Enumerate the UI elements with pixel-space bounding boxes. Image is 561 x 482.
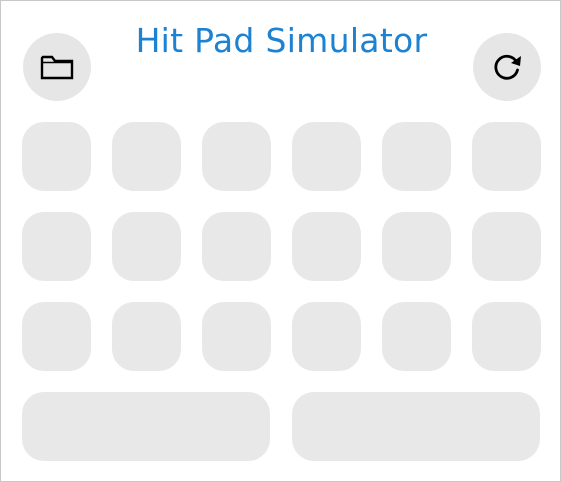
pad-r1-c4[interactable] [292, 122, 361, 191]
app-window: Hit Pad Simulator [0, 0, 561, 482]
pad-r3-c5[interactable] [382, 302, 451, 371]
pad-r1-c2[interactable] [112, 122, 181, 191]
pad-r1-c5[interactable] [382, 122, 451, 191]
refresh-icon [490, 50, 524, 84]
pad-r3-c1[interactable] [22, 302, 91, 371]
pad-r1-c3[interactable] [202, 122, 271, 191]
pad-r1-c1[interactable] [22, 122, 91, 191]
pad-r2-c5[interactable] [382, 212, 451, 281]
pad-r3-c4[interactable] [292, 302, 361, 371]
pad-r2-c3[interactable] [202, 212, 271, 281]
reset-button[interactable] [473, 33, 541, 101]
pad-r1-c6[interactable] [472, 122, 541, 191]
pad-r2-c1[interactable] [22, 212, 91, 281]
pad-r3-c6[interactable] [472, 302, 541, 371]
pad-r2-c4[interactable] [292, 212, 361, 281]
wide-pad-2[interactable] [292, 392, 540, 461]
pad-r2-c2[interactable] [112, 212, 181, 281]
pad-r3-c2[interactable] [112, 302, 181, 371]
folder-icon [40, 53, 74, 81]
wide-pad-1[interactable] [22, 392, 270, 461]
open-folder-button[interactable] [23, 33, 91, 101]
pad-r3-c3[interactable] [202, 302, 271, 371]
pad-r2-c6[interactable] [472, 212, 541, 281]
